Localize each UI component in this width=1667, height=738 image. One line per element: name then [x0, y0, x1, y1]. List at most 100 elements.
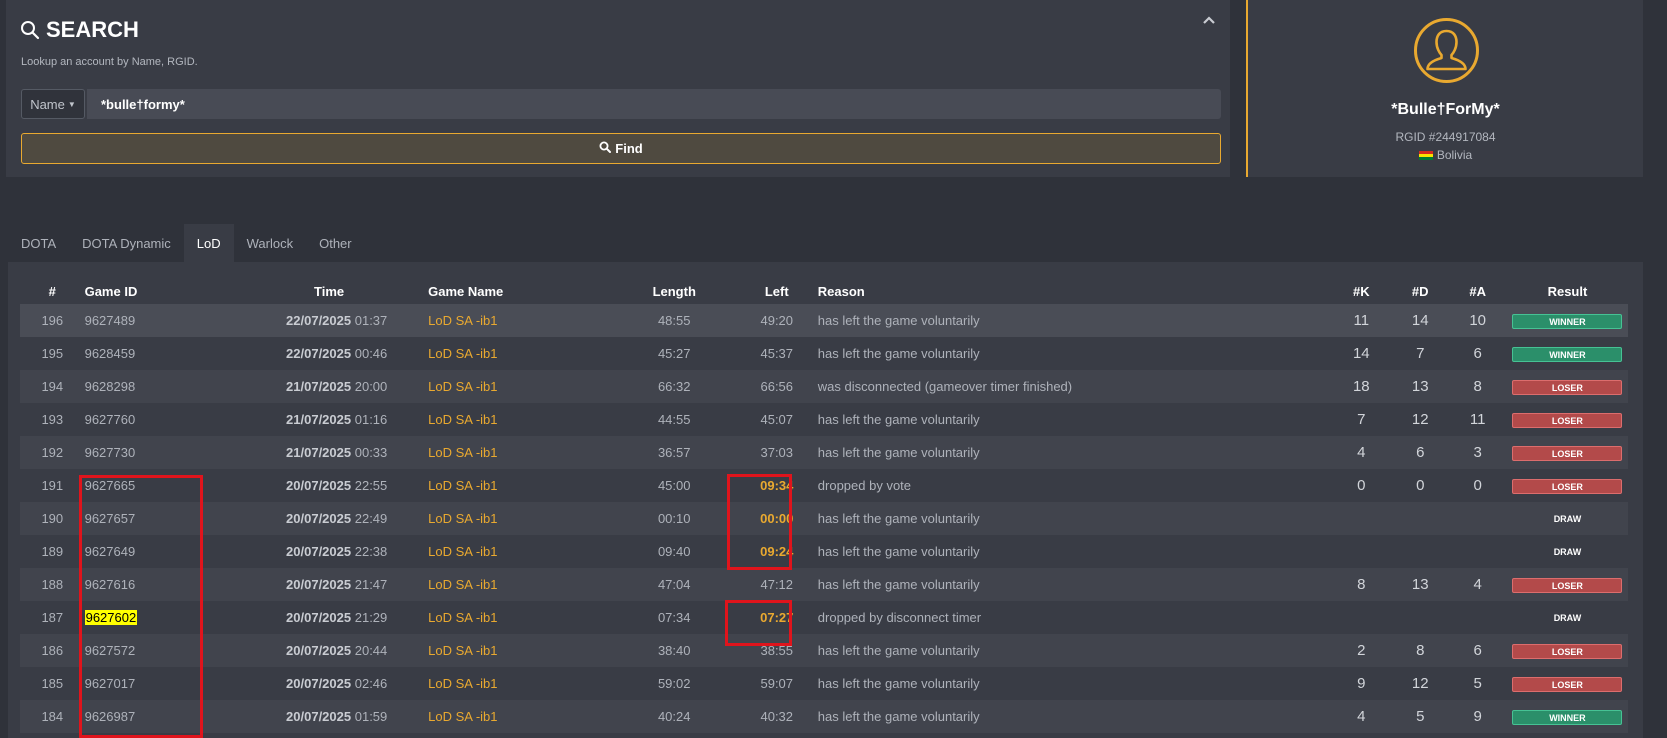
row-index: 191 [41, 478, 64, 493]
table-row[interactable]: 189 9627649 20/07/2025 22:38 LoD SA -ib1 09:… [20, 535, 1628, 568]
game-name-link[interactable]: LoD SA -ib1 [428, 337, 613, 370]
tab-lod[interactable]: LoD [183, 224, 234, 262]
result-badge: LOSER [1512, 577, 1623, 593]
kills: 4 [1357, 444, 1366, 461]
game-name-link[interactable]: LoD SA -ib1 [428, 304, 613, 337]
table-row[interactable]: 193 9627760 21/07/2025 01:16 LoD SA -ib1 44:… [20, 403, 1628, 436]
col-header-assists[interactable]: #A [1448, 278, 1506, 304]
game-name-link[interactable]: LoD SA -ib1 [428, 601, 613, 634]
col-header-left[interactable]: Left [736, 278, 818, 304]
table-row[interactable]: 185 9627017 20/07/2025 02:46 LoD SA -ib1 59:… [20, 667, 1628, 700]
find-button[interactable]: Find [21, 133, 1221, 164]
game-name-link[interactable]: LoD SA -ib1 [428, 634, 613, 667]
deaths: 5 [1416, 708, 1425, 725]
table-row[interactable]: 195 9628459 22/07/2025 00:46 LoD SA -ib1 45:… [20, 337, 1628, 370]
table-row[interactable]: 191 9627665 20/07/2025 22:55 LoD SA -ib1 45:… [20, 469, 1628, 502]
leave-reason: has left the game voluntarily [817, 709, 980, 724]
col-header-length[interactable]: Length [613, 278, 736, 304]
result-cell: LOSER [1507, 469, 1628, 502]
game-length: 47:04 [657, 577, 691, 592]
game-name-link[interactable]: LoD SA -ib1 [428, 667, 613, 700]
table-row[interactable]: 192 9627730 21/07/2025 00:33 LoD SA -ib1 36:… [20, 436, 1628, 469]
game-clock: 21:29 [354, 610, 388, 625]
search-field-select[interactable]: Name ▼ [21, 89, 85, 119]
tab-warlock[interactable]: Warlock [234, 224, 306, 262]
table-row[interactable]: 186 9627572 20/07/2025 20:44 LoD SA -ib1 38:… [20, 634, 1628, 667]
col-header-game-name[interactable]: Game Name [428, 278, 613, 304]
tab-dota[interactable]: DOTA [8, 224, 69, 262]
game-name-link[interactable]: LoD SA -ib1 [428, 403, 613, 436]
game-time: 20/07/2025 21:29 [263, 601, 428, 634]
game-name-link[interactable]: LoD SA -ib1 [428, 568, 613, 601]
row-index: 189 [41, 544, 64, 559]
profile-rgid: RGID #244917084 [1395, 130, 1496, 144]
game-id[interactable]: 9628459 [85, 346, 136, 361]
game-name-link[interactable]: LoD SA -ib1 [428, 700, 613, 733]
row-index: 187 [41, 610, 64, 625]
game-id-cell: 9628459 [85, 337, 263, 370]
table-row[interactable]: 187 9627602 20/07/2025 21:29 LoD SA -ib1 07:… [20, 601, 1628, 634]
game-name-link[interactable]: LoD SA -ib1 [428, 469, 613, 502]
caret-down-icon: ▼ [67, 99, 76, 109]
game-clock: 01:16 [354, 412, 388, 427]
game-time: 22/07/2025 00:46 [263, 337, 428, 370]
assists: 5 [1473, 675, 1482, 692]
game-date: 20/07/2025 [286, 709, 352, 724]
game-date: 22/07/2025 [286, 313, 352, 328]
deaths [1392, 601, 1448, 634]
row-index: 184 [41, 709, 64, 724]
game-clock: 02:46 [354, 676, 388, 691]
col-header-result[interactable]: Result [1507, 278, 1628, 304]
col-header-kills[interactable]: #K [1331, 278, 1393, 304]
assists: 8 [1473, 378, 1482, 395]
game-left-time: 59:07 [760, 676, 794, 691]
table-row[interactable]: 188 9627616 20/07/2025 21:47 LoD SA -ib1 47:… [20, 568, 1628, 601]
leave-reason: has left the game voluntarily [817, 544, 980, 559]
game-id[interactable]: 9628298 [85, 379, 136, 394]
result-cell: LOSER [1507, 436, 1628, 469]
chevron-up-icon[interactable] [1201, 13, 1217, 27]
game-length: 59:02 [657, 676, 691, 691]
game-length: 07:34 [657, 610, 691, 625]
game-id-cell: 9628298 [85, 370, 263, 403]
assists: 6 [1473, 345, 1482, 362]
game-length: 40:24 [657, 709, 691, 724]
table-header-row: # Game ID Time Game Name Length Left Rea… [20, 278, 1628, 304]
search-input[interactable] [87, 89, 1221, 119]
col-header-time[interactable]: Time [263, 278, 428, 304]
row-index: 190 [41, 511, 64, 526]
game-date: 20/07/2025 [286, 610, 352, 625]
tab-dota-dynamic[interactable]: DOTA Dynamic [69, 224, 184, 262]
game-name-link[interactable]: LoD SA -ib1 [428, 370, 613, 403]
game-id[interactable]: 9627489 [85, 313, 136, 328]
profile-country: Bolivia [1248, 148, 1643, 162]
game-id[interactable]: 9627760 [85, 412, 136, 427]
result-badge: LOSER [1512, 445, 1623, 461]
game-name-link[interactable]: LoD SA -ib1 [428, 535, 613, 568]
deaths [1392, 535, 1448, 568]
annotation-box-left-time-187 [725, 600, 792, 646]
leave-reason: has left the game voluntarily [817, 346, 980, 361]
game-time: 22/07/2025 01:37 [263, 304, 428, 337]
table-row[interactable]: 194 9628298 21/07/2025 20:00 LoD SA -ib1 66:… [20, 370, 1628, 403]
game-clock: 00:46 [354, 346, 388, 361]
tab-other[interactable]: Other [306, 224, 365, 262]
game-name-link[interactable]: LoD SA -ib1 [428, 502, 613, 535]
result-cell: WINNER [1507, 304, 1628, 337]
game-id[interactable]: 9627730 [85, 445, 136, 460]
leave-reason: has left the game voluntarily [817, 643, 980, 658]
col-header-reason[interactable]: Reason [818, 278, 1331, 304]
game-clock: 22:38 [354, 544, 388, 559]
table-row[interactable]: 190 9627657 20/07/2025 22:49 LoD SA -ib1 00:… [20, 502, 1628, 535]
col-header-deaths[interactable]: #D [1392, 278, 1448, 304]
game-mode-tabs: DOTA DOTA Dynamic LoD Warlock Other [8, 224, 365, 262]
bolivia-flag-icon [1418, 150, 1433, 160]
col-header-index[interactable]: # [20, 278, 85, 304]
game-name-link[interactable]: LoD SA -ib1 [428, 436, 613, 469]
table-row[interactable]: 184 9626987 20/07/2025 01:59 LoD SA -ib1 40:… [20, 700, 1628, 733]
result-badge: DRAW [1553, 613, 1582, 623]
row-index: 194 [41, 379, 64, 394]
table-row[interactable]: 196 9627489 22/07/2025 01:37 LoD SA -ib1 48:… [20, 304, 1628, 337]
col-header-game-id[interactable]: Game ID [85, 278, 263, 304]
search-panel: SEARCH Lookup an account by Name, RGID. … [6, 0, 1230, 177]
